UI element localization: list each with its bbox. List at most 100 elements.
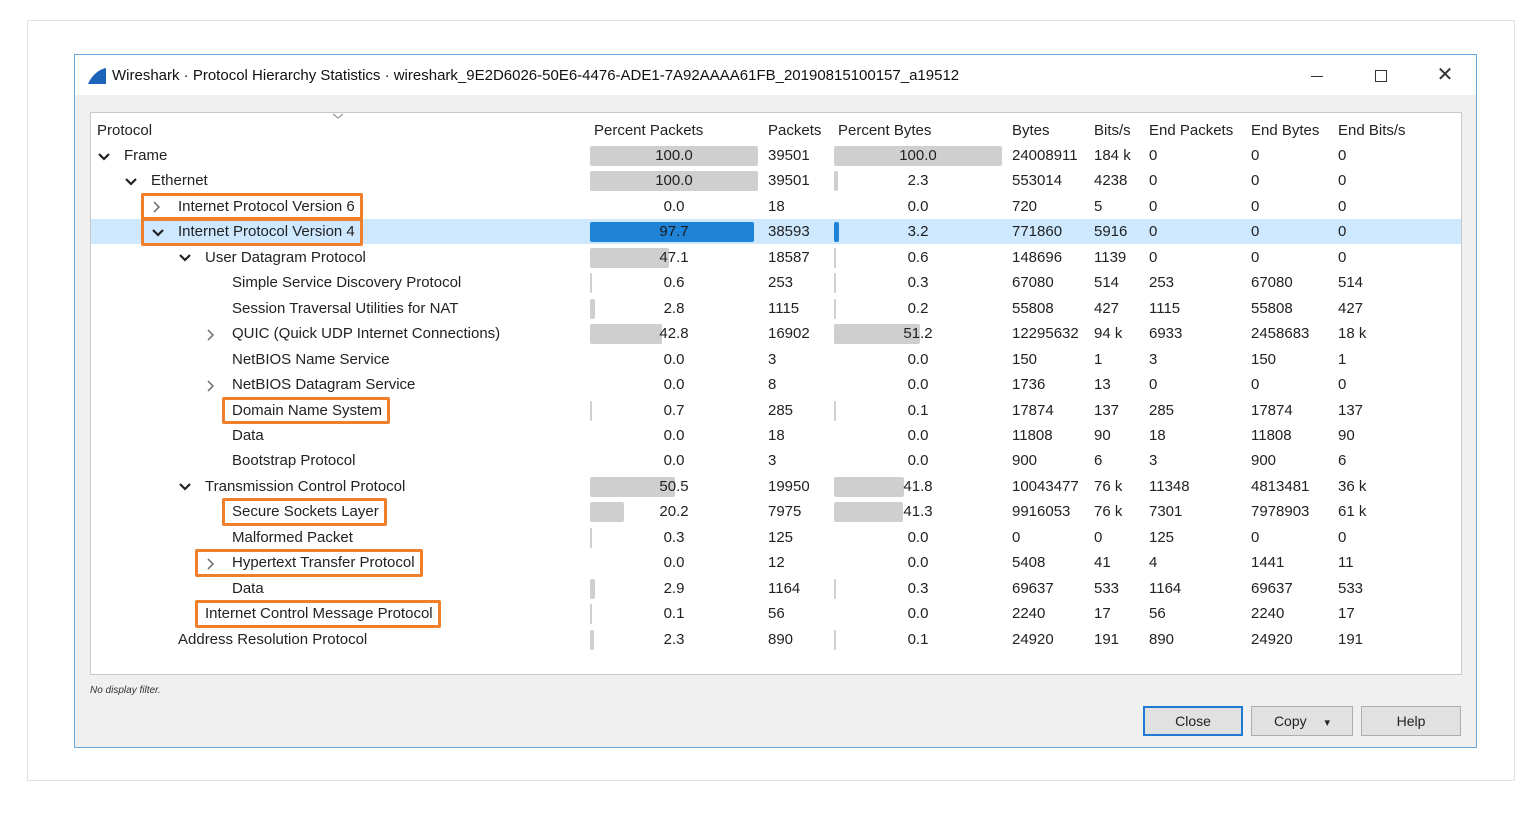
protocol-tree[interactable]: Protocol Percent Packets Packets Percent By… bbox=[90, 112, 1462, 675]
end-bytes-value: 900 bbox=[1251, 452, 1277, 470]
percent-bytes-bar: 2.3 bbox=[834, 171, 1002, 192]
end-bytes-value: 7978903 bbox=[1251, 503, 1310, 521]
protocol-name: Bootstrap Protocol bbox=[232, 452, 356, 470]
tree-row[interactable]: NetBIOS Datagram Service 0.0 8 0.0 1736 13 0 0 0 bbox=[91, 372, 1461, 397]
percent-packets-bar-value: 50.5 bbox=[659, 477, 689, 495]
packets-value: 56 bbox=[768, 605, 785, 623]
tree-row[interactable]: Bootstrap Protocol 0.0 3 0.0 900 6 3 900 6 bbox=[91, 448, 1461, 473]
bytes-value: 9916053 bbox=[1012, 503, 1071, 521]
tree-row[interactable]: Internet Control Message Protocol 0.1 56 0.… bbox=[91, 601, 1461, 626]
packets-value: 253 bbox=[768, 274, 794, 292]
tree-row[interactable]: Domain Name System 0.7 285 0.1 17874 137 285 17… bbox=[91, 398, 1461, 423]
packets-value: 39501 bbox=[768, 147, 810, 164]
chevron-right-icon[interactable] bbox=[205, 372, 219, 397]
chevron-down-icon[interactable] bbox=[178, 245, 192, 270]
packets-value: 39501 bbox=[768, 172, 810, 190]
tree-row[interactable]: Simple Service Discovery Protocol 0.6 253 0… bbox=[91, 270, 1461, 295]
tree-row[interactable]: Transmission Control Protocol 50.5 19950 41… bbox=[91, 474, 1461, 499]
dropdown-arrow-icon: ▾ bbox=[1324, 717, 1331, 729]
bits-per-sec-value: 13 bbox=[1094, 376, 1111, 394]
percent-bytes-bar-value: 0.0 bbox=[907, 197, 929, 215]
chevron-down-icon[interactable] bbox=[151, 219, 165, 244]
tree-row[interactable]: User Datagram Protocol 47.1 18587 0.6 148696… bbox=[91, 245, 1461, 270]
end-bits-per-sec-value: 0 bbox=[1338, 248, 1347, 266]
percent-packets-bar-value: 100.0 bbox=[655, 147, 693, 164]
bits-per-sec-value: 4238 bbox=[1094, 172, 1128, 190]
chevron-down-icon[interactable] bbox=[178, 474, 192, 499]
end-packets-col-header[interactable]: End Packets bbox=[1149, 118, 1233, 143]
percent-bytes-bar-value: 0.2 bbox=[907, 299, 929, 317]
bits-col-header[interactable]: Bits/s bbox=[1094, 118, 1131, 143]
maximize-button[interactable] bbox=[1361, 61, 1401, 89]
bits-per-sec-value: 5 bbox=[1094, 197, 1103, 215]
end-bytes-value: 0 bbox=[1251, 172, 1260, 190]
percent-bytes-col-header[interactable]: Percent Bytes bbox=[838, 118, 931, 143]
close-button[interactable]: Close bbox=[1143, 706, 1243, 736]
tree-row[interactable]: NetBIOS Name Service 0.0 3 0.0 150 1 3 150 1 bbox=[91, 347, 1461, 372]
tree-row[interactable]: Data 2.9 1164 0.3 69637 533 1164 69637 533 bbox=[91, 576, 1461, 601]
tree-row[interactable]: Session Traversal Utilities for NAT 2.8 11… bbox=[91, 296, 1461, 321]
bytes-value: 771860 bbox=[1012, 223, 1063, 241]
packets-value: 3 bbox=[768, 452, 777, 470]
protocol-name: Malformed Packet bbox=[232, 528, 353, 546]
end-bits-per-sec-value: 90 bbox=[1338, 426, 1355, 444]
percent-bytes-bar: 0.0 bbox=[834, 553, 1002, 573]
end-packets-value: 1115 bbox=[1149, 299, 1181, 317]
tree-row[interactable]: Ethernet 100.0 39501 2.3 553014 4238 0 0 0 bbox=[91, 168, 1461, 193]
chevron-right-icon[interactable] bbox=[151, 194, 165, 219]
end-bits-col-header[interactable]: End Bits/s bbox=[1338, 118, 1406, 143]
chevron-right-icon[interactable] bbox=[205, 321, 219, 346]
end-bytes-value: 2240 bbox=[1251, 605, 1285, 623]
protocol-col-header[interactable]: Protocol bbox=[97, 118, 152, 143]
percent-packets-bar: 0.0 bbox=[590, 197, 758, 217]
protocol-name: Internet Protocol Version 6 bbox=[178, 197, 355, 215]
percent-packets-bar: 0.1 bbox=[590, 604, 758, 625]
tree-row[interactable]: Frame 100.0 39501 100.0 24008911 184 k 0 0 0 bbox=[91, 143, 1461, 168]
packets-value: 18 bbox=[768, 426, 785, 444]
end-bits-per-sec-value: 137 bbox=[1338, 401, 1364, 419]
percent-bytes-bar-value: 0.6 bbox=[907, 248, 929, 266]
copy-button[interactable]: Copy ▾ bbox=[1251, 706, 1353, 736]
protocol-name: Ethernet bbox=[151, 172, 208, 190]
percent-packets-bar-value: 2.3 bbox=[663, 630, 685, 648]
end-bytes-value: 0 bbox=[1251, 528, 1260, 546]
end-bytes-value: 150 bbox=[1251, 350, 1277, 368]
percent-bytes-bar-value: 0.1 bbox=[907, 401, 929, 419]
percent-packets-bar: 47.1 bbox=[590, 247, 758, 268]
end-bytes-value: 0 bbox=[1251, 223, 1260, 241]
percent-packets-bar: 100.0 bbox=[590, 171, 758, 192]
help-button[interactable]: Help bbox=[1361, 706, 1461, 736]
tree-row[interactable]: QUIC (Quick UDP Internet Connections) 42.… bbox=[91, 321, 1461, 346]
percent-bytes-bar: 0.0 bbox=[834, 197, 1002, 217]
minimize-button[interactable] bbox=[1297, 61, 1337, 89]
packets-col-header[interactable]: Packets bbox=[768, 118, 821, 143]
percent-packets-col-header[interactable]: Percent Packets bbox=[594, 118, 703, 143]
chevron-down-icon[interactable] bbox=[97, 143, 111, 168]
bits-per-sec-value: 0 bbox=[1094, 528, 1103, 546]
percent-bytes-bar-value: 0.0 bbox=[907, 452, 929, 470]
percent-packets-bar-value: 100.0 bbox=[655, 172, 693, 190]
end-bits-per-sec-value: 533 bbox=[1338, 579, 1364, 597]
bits-per-sec-value: 17 bbox=[1094, 605, 1111, 623]
percent-packets-bar: 0.0 bbox=[590, 553, 758, 573]
close-window-button[interactable]: ✕ bbox=[1425, 61, 1465, 89]
bytes-col-header[interactable]: Bytes bbox=[1012, 118, 1050, 143]
percent-packets-bar-value: 47.1 bbox=[659, 248, 689, 266]
percent-bytes-bar: 3.2 bbox=[834, 222, 1002, 243]
chevron-right-icon[interactable] bbox=[205, 550, 219, 575]
bytes-value: 24920 bbox=[1012, 630, 1054, 648]
tree-row[interactable]: Internet Protocol Version 4 97.7 38593 3.2 7… bbox=[91, 219, 1461, 245]
percent-packets-bar: 0.0 bbox=[590, 350, 758, 370]
tree-row[interactable]: Internet Protocol Version 6 0.0 18 0.0 720 5 0… bbox=[91, 194, 1461, 219]
tree-row[interactable]: Malformed Packet 0.3 125 0.0 0 0 125 0 0 bbox=[91, 525, 1461, 550]
bits-per-sec-value: 94 k bbox=[1094, 325, 1123, 343]
packets-value: 38593 bbox=[768, 223, 810, 241]
tree-row[interactable]: Hypertext Transfer Protocol 0.0 12 0.0 5408 4… bbox=[91, 550, 1461, 575]
tree-row[interactable]: Address Resolution Protocol 2.3 890 0.1 2492… bbox=[91, 627, 1461, 652]
end-bytes-col-header[interactable]: End Bytes bbox=[1251, 118, 1319, 143]
end-bits-per-sec-value: 0 bbox=[1338, 223, 1347, 241]
chevron-down-icon[interactable] bbox=[124, 168, 138, 193]
end-packets-value: 56 bbox=[1149, 605, 1166, 623]
tree-row[interactable]: Data 0.0 18 0.0 11808 90 18 11808 90 bbox=[91, 423, 1461, 448]
tree-row[interactable]: Secure Sockets Layer 20.2 7975 41.3 9916053 7… bbox=[91, 499, 1461, 524]
